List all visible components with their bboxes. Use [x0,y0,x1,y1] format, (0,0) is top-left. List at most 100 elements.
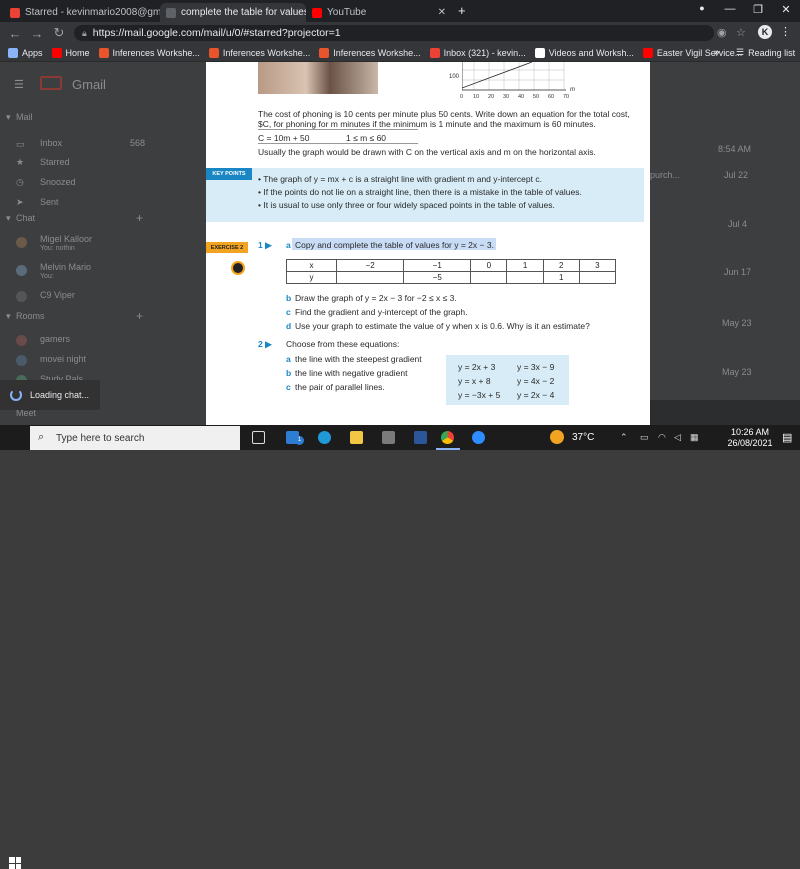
file-explorer-icon[interactable] [350,431,363,444]
room-item[interactable]: gamers [40,334,70,344]
hamburger-icon[interactable]: ☰ [14,78,24,91]
table-cell: 1 [506,259,544,272]
star-icon[interactable]: ☆ [736,26,746,39]
reading-list[interactable]: ☰ Reading list [736,47,795,58]
reading-list-icon: ☰ [736,47,745,57]
gmail-icon [429,47,440,58]
chat-name[interactable]: Migel Kalloor [40,234,92,244]
document-viewer: 100 0 10 20 30 40 50 60 70 m The cost of… [206,62,650,425]
collapse-icon[interactable]: ▾ [6,311,11,322]
chat-name[interactable]: C9 Viper [40,290,75,300]
reload-icon[interactable]: ↻ [48,25,70,41]
graph-axis-label: m [570,87,575,93]
close-icon[interactable]: ✕ [438,7,446,18]
nav-inbox[interactable]: Inbox [40,138,62,148]
tab-strip: Starred - kevinmario2008@gmail ✕ complet… [0,0,800,22]
table-cell: 2 [542,259,580,272]
chat-name[interactable]: Melvin Mario [40,262,91,272]
question-letter: c [286,307,291,317]
table-row-y: y −5 1 [286,271,617,284]
nav-starred[interactable]: Starred [40,157,70,167]
address-bar[interactable]: 🔒︎ https://mail.google.com/mail/u/0/#sta… [74,25,714,41]
collapse-icon[interactable]: ▾ [6,213,11,224]
forward-icon[interactable]: → [26,26,48,41]
rooms-header: Rooms [16,311,45,321]
key-point-text: The graph of y = mx + c is a straight li… [263,174,542,184]
youtube-icon [51,47,62,58]
cost-graph [461,62,572,94]
wifi-icon[interactable]: ◠ [658,432,666,443]
question-letter: a [286,240,291,250]
email-date: May 23 [722,318,752,328]
room-item[interactable]: movei night [40,354,86,364]
network-icon[interactable]: ▭ [640,432,649,443]
question-2: Choose from these equations: [286,339,400,349]
question-letter: c [286,382,291,392]
chrome-icon[interactable] [441,431,454,444]
restore-icon[interactable]: ❐ [746,3,770,16]
gmail-logo-text: Gmail [72,77,106,92]
nav-sent[interactable]: Sent [40,197,59,207]
task-view-icon[interactable] [252,431,265,444]
table-cell: 3 [578,259,617,272]
tab-complete-table[interactable]: complete the table for values y= ✕ [160,3,306,22]
key-point: • The graph of y = mx + c is a straight … [258,174,542,184]
taskbar-search[interactable]: ⌕ Type here to search [30,426,240,450]
notifications-icon[interactable]: ▤ [782,431,792,444]
close-window-icon[interactable]: ✕ [774,3,798,16]
language-icon[interactable]: ▦ [690,432,699,443]
tab-youtube[interactable]: YouTube ✕ [306,3,452,22]
profile-avatar[interactable]: K [758,25,772,39]
email-date: Jul 22 [724,170,749,180]
add-chat-icon[interactable]: + [136,211,143,225]
tab-starred[interactable]: Starred - kevinmario2008@gmail ✕ [4,3,160,22]
bookmark-apps[interactable]: Apps [8,47,43,58]
tick-label: 50 [533,94,540,100]
bookmark-videos[interactable]: Videos and Worksh... [534,47,634,58]
bookmark-label: Inferences Workshe... [112,47,200,58]
bookmark-inferences-2[interactable]: Inferences Workshe... [208,47,310,58]
minimize-icon[interactable]: — [718,3,742,15]
graph-svg [461,62,566,91]
loading-chat-toast: Loading chat... [0,380,100,410]
bookmark-inferences-3[interactable]: Inferences Workshe... [319,47,421,58]
menu-icon[interactable]: ⋮ [780,25,791,38]
tray-chevron-icon[interactable]: ⌃ [620,432,628,443]
edge-icon[interactable] [318,431,331,444]
new-tab-button[interactable]: + [458,3,466,18]
bookmark-home[interactable]: Home [51,47,90,58]
add-room-icon[interactable]: + [136,309,143,323]
question-1c: Find the gradient and y-intercept of the… [295,307,468,317]
bookmark-label: Inferences Workshe... [333,47,421,58]
bookmark-label: Home [65,47,90,58]
key-point-text: If the points do not lie on a straight l… [263,187,582,197]
bookmark-label: Videos and Worksh... [548,47,634,58]
table-cell: y [286,271,337,284]
equation-1-range: 1 ≤ m ≤ 60 [346,133,387,143]
more-bookmarks[interactable]: » [714,47,720,58]
volume-icon[interactable]: ◁ [674,432,681,443]
equation-option: y = 4x − 2 [517,376,555,386]
word-icon[interactable] [414,431,427,444]
question-letter: a [286,354,291,364]
bookmark-easter[interactable]: Easter Vigil Service... [642,47,742,58]
equation-option: y = 2x − 4 [517,390,555,400]
windows-start-icon[interactable] [9,857,21,869]
nav-snoozed[interactable]: Snoozed [40,177,76,187]
tab-title: complete the table for values y= [181,7,306,18]
lock-icon: 🔒︎ [82,27,87,38]
back-icon[interactable]: ← [4,26,26,41]
gmail-logo-icon [40,76,62,90]
bookmark-inbox[interactable]: Inbox (321) - kevin... [429,47,526,58]
store-icon[interactable] [382,431,395,444]
collapse-icon[interactable]: ▾ [6,112,11,123]
table-cell: −2 [335,259,405,272]
bookmark-inferences-1[interactable]: Inferences Workshe... [98,47,200,58]
bookmarks-bar: Apps Home Inferences Workshe... Inferenc… [0,44,800,62]
zoom-icon[interactable] [472,431,485,444]
clock-date[interactable]: 26/08/2021 [724,438,776,448]
tab-search-icon[interactable]: ● [690,3,714,13]
view-icon[interactable]: ◉ [717,26,727,39]
table-cell [506,271,544,284]
clock-time[interactable]: 10:26 AM [724,427,776,437]
